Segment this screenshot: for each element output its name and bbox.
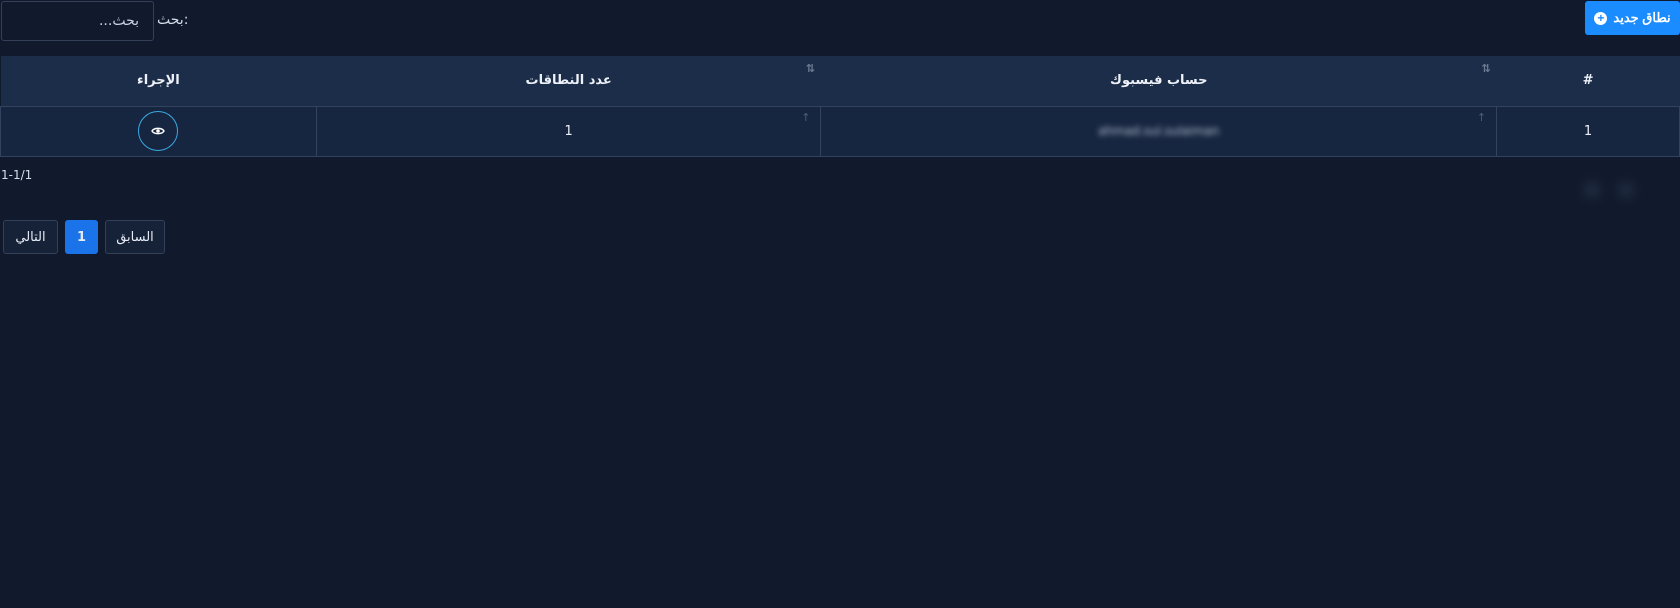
sort-up-icon: ↑ (1476, 110, 1487, 124)
header-domain-count[interactable]: عدد النطاقات ⇅ (316, 56, 821, 107)
facebook-account-value: ahmad.sul.sulaiman (1098, 123, 1220, 138)
pagination-range: 1-1/1 (1, 168, 33, 182)
index-value: 1 (1583, 123, 1593, 139)
facebook-account-cell: ahmad.sul.sulaiman ↑ (820, 105, 1498, 157)
header-index-label: # (1582, 73, 1594, 89)
view-button[interactable] (138, 111, 179, 151)
sort-up-icon: ↑ (801, 110, 811, 124)
sort-icon[interactable]: ⇅ (1481, 62, 1490, 75)
search-input[interactable] (1, 1, 154, 41)
prev-page-button[interactable]: السابق (105, 220, 165, 254)
sort-icon[interactable]: ⇅ (806, 62, 815, 75)
page-button-1[interactable]: 1 (65, 220, 98, 254)
domain-count-cell: 1 ↑ (315, 105, 822, 157)
header-domain-count-label: عدد النطاقات (525, 73, 612, 89)
table-header-row: الإجراء عدد النطاقات ⇅ حساب فيسبوك ⇅ # (0, 56, 1680, 107)
next-page-button[interactable]: التالي (3, 220, 58, 254)
new-domain-button[interactable]: نطاق جديد + (1585, 1, 1680, 35)
index-cell: 1 (1496, 105, 1680, 157)
page: نطاق جديد + بحث: الإجراء عدد النطاقات ⇅ … (0, 0, 1680, 608)
header-facebook-account[interactable]: حساب فيسبوك ⇅ (820, 56, 1497, 107)
header-action-label: الإجراء (137, 73, 180, 89)
header-index[interactable]: # (1496, 56, 1680, 107)
blurred-region (1585, 172, 1680, 208)
domain-count-value: 1 (564, 123, 573, 139)
plus-circle-icon: + (1594, 11, 1608, 25)
domains-table: الإجراء عدد النطاقات ⇅ حساب فيسبوك ⇅ # 1… (0, 56, 1680, 157)
action-cell (0, 105, 317, 157)
eye-icon (151, 127, 166, 135)
pagination: التالي 1 السابق (3, 220, 165, 254)
search-label: بحث: (157, 12, 189, 28)
table-row: 1 ↑ ahmad.sul.sulaiman ↑ 1 (0, 105, 1680, 157)
new-domain-label: نطاق جديد (1613, 10, 1671, 25)
header-facebook-account-label: حساب فيسبوك (1110, 73, 1208, 89)
header-action[interactable]: الإجراء (0, 56, 317, 107)
